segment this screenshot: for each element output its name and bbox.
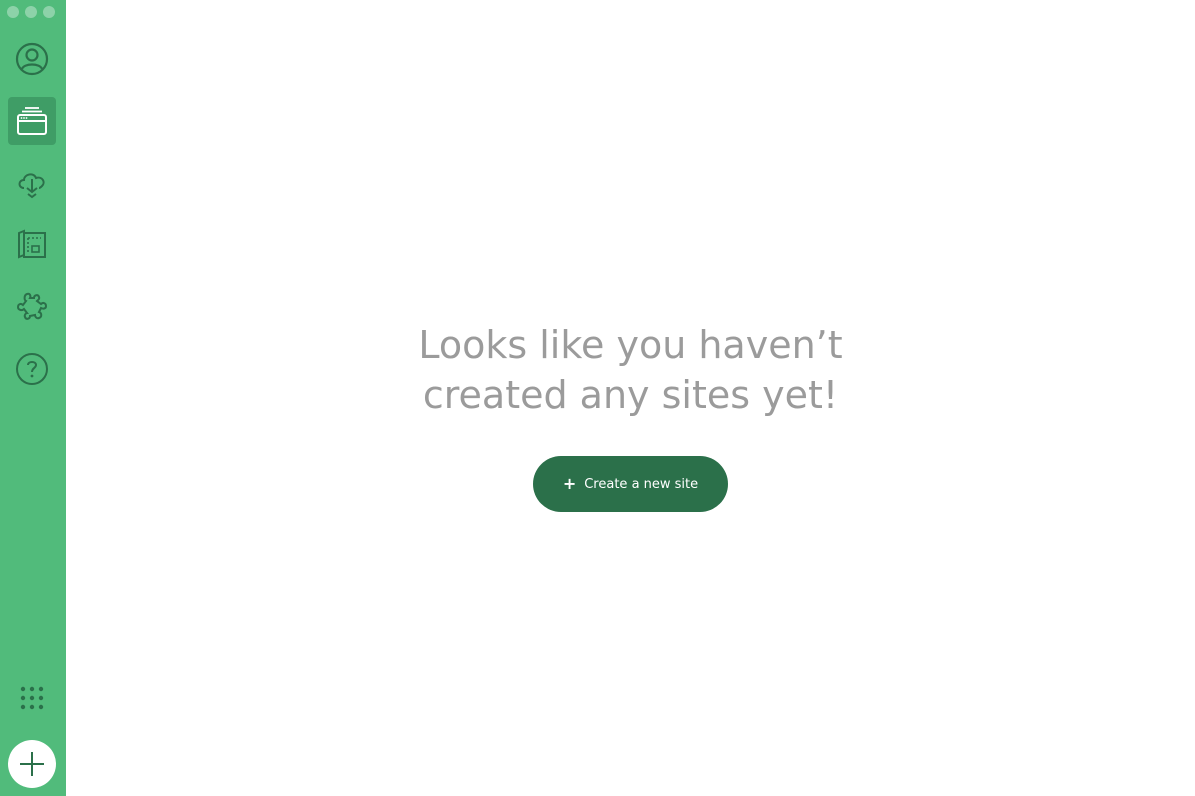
- user-avatar-icon: [15, 42, 49, 76]
- sidebar-item-blueprints[interactable]: [8, 221, 56, 269]
- sites-icon: [17, 107, 47, 135]
- empty-state: Looks like you haven’t created any sites…: [418, 320, 843, 512]
- blueprint-icon: [18, 229, 46, 259]
- empty-state-line-2: created any sites yet!: [422, 373, 839, 417]
- sidebar-item-addons[interactable]: [8, 283, 56, 331]
- main-content: Looks like you haven’t created any sites…: [66, 0, 1195, 796]
- grid-dots-icon: [20, 686, 44, 710]
- window-controls: [7, 6, 55, 18]
- create-new-site-label: Create a new site: [584, 476, 699, 492]
- addons-puzzle-icon: [16, 292, 48, 320]
- sidebar-item-connect[interactable]: [8, 159, 56, 207]
- empty-state-line-1: Looks like you haven’t: [418, 323, 843, 367]
- close-window-button[interactable]: [7, 6, 19, 18]
- plus-icon: [20, 752, 44, 776]
- empty-state-message: Looks like you haven’t created any sites…: [418, 320, 842, 420]
- add-site-button[interactable]: [8, 740, 56, 788]
- sidebar-item-account[interactable]: [8, 35, 56, 83]
- plus-icon: +: [562, 474, 577, 493]
- maximize-window-button[interactable]: [43, 6, 55, 18]
- create-new-site-button[interactable]: + Create a new site: [532, 456, 729, 512]
- help-icon: [16, 353, 48, 385]
- sidebar-item-help[interactable]: [8, 345, 56, 393]
- minimize-window-button[interactable]: [25, 6, 37, 18]
- app-window: Looks like you haven’t created any sites…: [0, 0, 1195, 796]
- sidebar: [0, 0, 66, 796]
- sidebar-item-sites[interactable]: [8, 97, 56, 145]
- cloud-download-icon: [18, 173, 45, 199]
- grid-menu-button[interactable]: [16, 682, 48, 714]
